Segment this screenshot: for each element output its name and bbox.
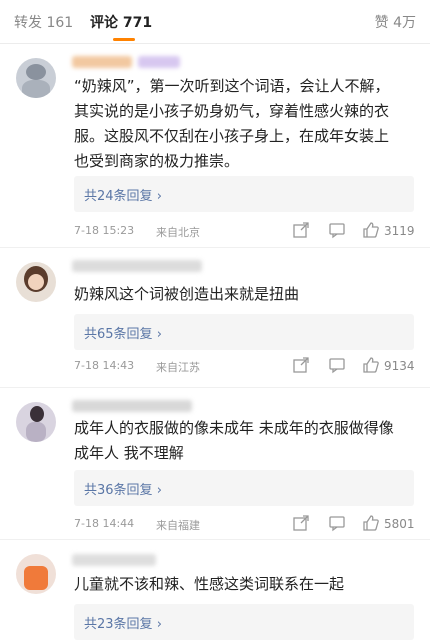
like-count: 5801 — [384, 517, 415, 531]
share-icon[interactable] — [292, 221, 310, 239]
comment-text-line: 奶辣风这个词被创造出来就是扭曲 — [74, 285, 300, 303]
reply-icon[interactable] — [328, 356, 346, 374]
comment-text-line: “奶辣风”，第一次听到这个词语，会让人不解， — [74, 77, 390, 95]
reply-icon[interactable] — [328, 514, 346, 532]
share-icon[interactable] — [292, 356, 310, 374]
username-blurred[interactable] — [72, 400, 192, 412]
comment-text: 儿童就不该和辣、性感这类词联系在一起 — [74, 572, 414, 597]
comment-item: 奶辣风这个词被创造出来就是扭曲 共65条回复 › 7-18 14:43 来自江苏… — [0, 248, 430, 388]
comment-text-line: 成年人 我不理解 — [74, 444, 184, 462]
comment-text: 成年人的衣服做的像未成年 未成年的衣服做得像 成年人 我不理解 — [74, 416, 414, 466]
comment-meta: 7-18 15:23 来自北京 3119 — [74, 221, 420, 241]
tab-comment[interactable]: 评论 771 — [90, 12, 152, 32]
comment-text-line: 成年人的衣服做的像未成年 未成年的衣服做得像 — [74, 419, 394, 437]
chevron-right-icon: › — [156, 617, 162, 632]
comment-text-line: 也受到商家的极力推崇。 — [74, 152, 240, 170]
tab-like[interactable]: 赞 4万 — [375, 12, 416, 32]
like-count: 9134 — [384, 359, 415, 373]
replies-label: 共36条回复 › — [84, 479, 162, 498]
username-blurred[interactable] — [72, 56, 180, 68]
comment-item: 成年人的衣服做的像未成年 未成年的衣服做得像 成年人 我不理解 共36条回复 ›… — [0, 388, 430, 540]
thumbs-up-icon[interactable] — [362, 356, 380, 374]
avatar[interactable] — [16, 262, 56, 302]
active-tab-indicator — [113, 38, 135, 41]
username-blurred[interactable] — [72, 260, 202, 272]
replies-count: 共24条回复 — [84, 189, 153, 204]
thumbs-up-icon[interactable] — [362, 221, 380, 239]
tab-repost[interactable]: 转发 161 — [14, 12, 73, 32]
comment-location: 来自北京 — [156, 226, 200, 239]
replies-label: 共24条回复 › — [84, 185, 162, 204]
tab-comment-label: 评论 — [90, 15, 118, 31]
view-replies-button[interactable]: 共65条回复 › — [74, 314, 414, 350]
comment-meta: 7-18 14:43 来自江苏 9134 — [74, 356, 420, 376]
view-replies-button[interactable]: 共23条回复 › — [74, 604, 414, 640]
avatar[interactable] — [16, 554, 56, 594]
replies-label: 共65条回复 › — [84, 323, 162, 342]
comment-text-line: 服。这股风不仅刮在小孩子身上，在成年女装上 — [74, 127, 390, 145]
comment-text-line: 其实说的是小孩子奶身奶气，穿着性感火辣的衣 — [74, 102, 390, 120]
reply-icon[interactable] — [328, 221, 346, 239]
username-blurred[interactable] — [72, 554, 156, 566]
replies-count: 共65条回复 — [84, 327, 153, 342]
tab-like-label: 赞 — [374, 15, 389, 31]
comment-meta: 7-18 14:44 来自福建 5801 — [74, 514, 420, 534]
tab-repost-count: 161 — [46, 15, 74, 31]
replies-count: 共36条回复 — [84, 483, 153, 498]
comment-text-line: 儿童就不该和辣、性感这类词联系在一起 — [74, 575, 345, 593]
comment-date: 7-18 14:43 — [74, 359, 135, 372]
tab-bar: 转发 161 评论 771 赞 4万 — [0, 0, 430, 44]
comment-location: 来自福建 — [156, 519, 200, 532]
replies-count: 共23条回复 — [84, 617, 153, 632]
avatar[interactable] — [16, 402, 56, 442]
chevron-right-icon: › — [156, 483, 162, 498]
comment-text: 奶辣风这个词被创造出来就是扭曲 — [74, 282, 414, 307]
thumbs-up-icon[interactable] — [362, 514, 380, 532]
comment-date: 7-18 14:44 — [74, 517, 135, 530]
replies-label: 共23条回复 › — [84, 613, 162, 632]
view-replies-button[interactable]: 共24条回复 › — [74, 176, 414, 212]
share-icon[interactable] — [292, 514, 310, 532]
comment-text: “奶辣风”，第一次听到这个词语，会让人不解， 其实说的是小孩子奶身奶气，穿着性感… — [74, 74, 414, 174]
comment-item: “奶辣风”，第一次听到这个词语，会让人不解， 其实说的是小孩子奶身奶气，穿着性感… — [0, 44, 430, 248]
like-count: 3119 — [384, 224, 415, 238]
chevron-right-icon: › — [156, 189, 162, 204]
comment-location: 来自江苏 — [156, 361, 200, 374]
tab-repost-label: 转发 — [14, 15, 42, 31]
tab-like-count: 4万 — [393, 15, 416, 31]
tab-comment-count: 771 — [122, 15, 153, 31]
avatar[interactable] — [16, 58, 56, 98]
chevron-right-icon: › — [156, 327, 162, 342]
comment-item: 儿童就不该和辣、性感这类词联系在一起 共23条回复 › — [0, 540, 430, 642]
comment-date: 7-18 15:23 — [74, 224, 135, 237]
view-replies-button[interactable]: 共36条回复 › — [74, 470, 414, 506]
